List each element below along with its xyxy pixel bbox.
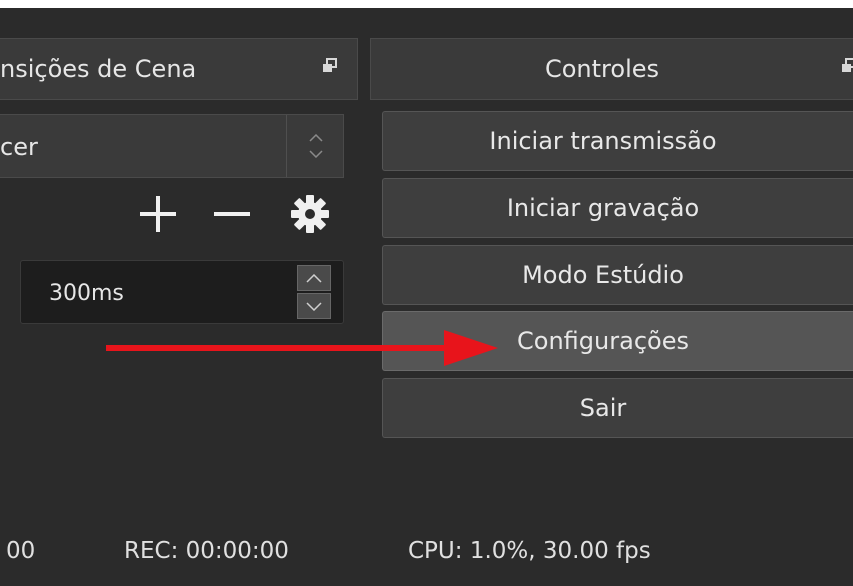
live-timer: 00 bbox=[6, 538, 36, 564]
studio-mode-label: Modo Estúdio bbox=[522, 261, 684, 289]
settings-label: Configurações bbox=[517, 327, 689, 355]
minus-icon bbox=[214, 212, 250, 216]
transition-duration-input[interactable]: 300ms bbox=[20, 260, 344, 324]
start-streaming-button[interactable]: Iniciar transmissão bbox=[382, 111, 853, 171]
transition-duration-value: 300ms bbox=[49, 281, 124, 306]
chevron-up-icon bbox=[306, 273, 322, 283]
obs-window: nsições de Cena Controles cer 300ms Inic… bbox=[0, 8, 853, 586]
exit-button[interactable]: Sair bbox=[382, 378, 853, 438]
cpu-fps-status: CPU: 1.0%, 30.00 fps bbox=[408, 538, 651, 564]
start-recording-label: Iniciar gravação bbox=[506, 194, 700, 222]
transition-properties-button[interactable] bbox=[286, 190, 334, 238]
stepper-up-button[interactable] bbox=[297, 265, 331, 291]
gear-icon bbox=[291, 195, 329, 233]
add-transition-button[interactable] bbox=[134, 190, 182, 238]
stepper-down-button[interactable] bbox=[297, 293, 331, 319]
scene-transitions-title: nsições de Cena bbox=[0, 55, 197, 83]
float-dock-icon[interactable] bbox=[322, 58, 338, 78]
combo-arrows-icon[interactable] bbox=[286, 115, 344, 177]
recording-timer: REC: 00:00:00 bbox=[124, 538, 289, 564]
float-dock-icon[interactable] bbox=[841, 58, 853, 78]
scene-transitions-dock-header[interactable]: nsições de Cena bbox=[0, 38, 358, 100]
plus-icon bbox=[140, 196, 176, 232]
transition-select[interactable]: cer bbox=[0, 114, 344, 178]
chevron-down-icon bbox=[306, 301, 322, 311]
remove-transition-button[interactable] bbox=[208, 190, 256, 238]
start-recording-button[interactable]: Iniciar gravação bbox=[382, 178, 853, 238]
controls-dock-header[interactable]: Controles bbox=[370, 38, 853, 100]
settings-button[interactable]: Configurações bbox=[382, 311, 853, 371]
controls-title: Controles bbox=[544, 55, 660, 83]
transition-select-value: cer bbox=[0, 133, 38, 161]
studio-mode-button[interactable]: Modo Estúdio bbox=[382, 245, 853, 305]
exit-label: Sair bbox=[579, 394, 627, 422]
start-streaming-label: Iniciar transmissão bbox=[489, 127, 717, 155]
duration-stepper[interactable] bbox=[297, 264, 331, 320]
